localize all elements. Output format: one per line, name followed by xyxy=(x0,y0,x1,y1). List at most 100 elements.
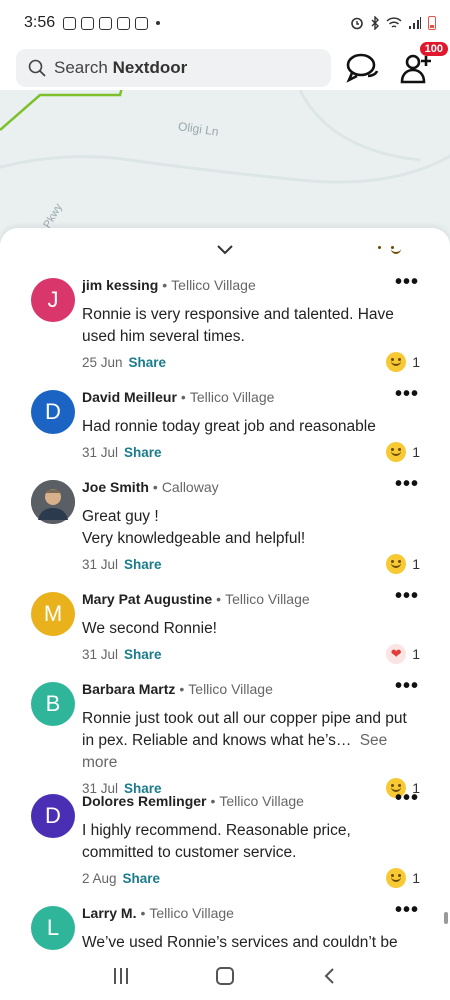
share-link[interactable]: Share xyxy=(124,445,162,460)
author-name[interactable]: Barbara Martz xyxy=(82,681,175,697)
reaction-smile-icon[interactable] xyxy=(386,554,407,574)
reaction-smile-icon[interactable] xyxy=(386,352,407,372)
more-options-icon[interactable]: ••• xyxy=(395,384,419,404)
reaction-count: 1 xyxy=(412,646,420,662)
home-button[interactable] xyxy=(216,967,234,985)
alarm-icon xyxy=(351,17,363,30)
comment-text: Ronnie just took out all our copper pipe… xyxy=(82,710,407,749)
comment-header: jim kessing • Tellico Village xyxy=(82,274,420,296)
avatar-photo xyxy=(31,480,75,524)
add-person-icon xyxy=(400,54,432,84)
comment-body: Had ronnie today great job and reasonabl… xyxy=(82,416,420,438)
more-options-icon[interactable]: ••• xyxy=(395,474,419,494)
more-options-icon[interactable]: ••• xyxy=(395,900,419,920)
signal-icon xyxy=(409,17,421,29)
comment-list: J jim kessing • Tellico Village ••• Ronn… xyxy=(0,272,450,952)
system-icons xyxy=(350,16,436,30)
author-location[interactable]: Tellico Village xyxy=(188,681,273,697)
comment-body: We second Ronnie! xyxy=(82,618,420,640)
reaction-summary[interactable]: 1 xyxy=(386,442,420,462)
author-location[interactable]: Tellico Village xyxy=(149,905,234,921)
separator-dot: • xyxy=(140,905,146,921)
search-input[interactable]: Search Nextdoor xyxy=(16,49,332,87)
reaction-summary[interactable]: 1 xyxy=(386,554,420,574)
author-location[interactable]: Tellico Village xyxy=(225,591,310,607)
notification-icon xyxy=(117,16,131,30)
chat-icon xyxy=(346,53,379,83)
avatar[interactable]: J xyxy=(31,278,75,322)
reaction-heart-icon[interactable]: ❤ xyxy=(386,644,407,664)
separator-dot: • xyxy=(216,591,222,607)
notification-icons xyxy=(63,16,161,30)
bluetooth-icon xyxy=(371,16,379,30)
more-options-icon[interactable]: ••• xyxy=(395,676,419,696)
author-name[interactable]: jim kessing xyxy=(82,277,158,293)
top-header: Search Nextdoor 100 xyxy=(0,42,450,90)
avatar[interactable]: B xyxy=(31,682,75,726)
avatar-initial: J xyxy=(47,287,59,312)
comments-sheet: J jim kessing • Tellico Village ••• Ronn… xyxy=(0,228,450,952)
scrollbar[interactable] xyxy=(444,912,448,924)
back-button[interactable] xyxy=(322,967,336,985)
comment-date: 2 Aug xyxy=(82,870,117,886)
comment-date: 25 Jun xyxy=(82,354,123,370)
avatar[interactable]: L xyxy=(31,906,75,950)
author-name[interactable]: Larry M. xyxy=(82,905,136,921)
comment-item: D Dolores Remlinger • Tellico Village ••… xyxy=(0,788,450,902)
share-link[interactable]: Share xyxy=(124,557,162,572)
search-brand: Nextdoor xyxy=(112,58,188,77)
more-options-icon[interactable]: ••• xyxy=(395,586,419,606)
messages-button[interactable] xyxy=(345,50,380,86)
comment-header: Joe Smith • Calloway xyxy=(82,476,420,498)
comment-date: 31 Jul xyxy=(82,444,119,460)
author-name[interactable]: Dolores Remlinger xyxy=(82,793,206,809)
reaction-summary[interactable]: 1 xyxy=(386,352,420,372)
share-link[interactable]: Share xyxy=(124,647,162,662)
comment-footer: 31 Jul Share ❤ 1 xyxy=(82,642,420,666)
comment-body: Ronnie is very responsive and talented. … xyxy=(82,304,420,348)
battery-icon xyxy=(428,16,436,30)
share-link[interactable]: Share xyxy=(129,355,167,370)
search-icon xyxy=(28,59,46,77)
reaction-smile-icon[interactable] xyxy=(386,868,407,888)
author-name[interactable]: Joe Smith xyxy=(82,479,149,495)
more-options-icon[interactable]: ••• xyxy=(395,788,419,808)
comment-footer: 25 Jun Share 1 xyxy=(82,350,420,374)
comment-header: David Meilleur • Tellico Village xyxy=(82,386,420,408)
comment-text: We’ve used Ronnie’s services and couldn’… xyxy=(82,934,398,951)
wifi-icon xyxy=(386,17,402,28)
comment-text: Ronnie is very responsive and talented. … xyxy=(82,306,394,345)
invite-neighbors-button[interactable]: 100 xyxy=(399,42,448,86)
avatar[interactable]: D xyxy=(31,390,75,434)
author-location[interactable]: Calloway xyxy=(162,479,219,495)
author-name[interactable]: Mary Pat Augustine xyxy=(82,591,212,607)
map-view[interactable]: Oligi Ln Pkwy xyxy=(0,90,450,250)
author-location[interactable]: Tellico Village xyxy=(190,389,275,405)
avatar[interactable]: D xyxy=(31,794,75,838)
sheet-handle[interactable] xyxy=(0,228,450,274)
recents-button[interactable] xyxy=(114,968,128,984)
reaction-summary[interactable]: 1 xyxy=(386,868,420,888)
notification-icon xyxy=(135,16,149,30)
more-options-icon[interactable]: ••• xyxy=(395,272,419,292)
avatar[interactable] xyxy=(31,480,75,524)
comment-date: 31 Jul xyxy=(82,646,119,662)
comment-text: Had ronnie today great job and reasonabl… xyxy=(82,418,376,435)
reaction-smile-icon[interactable] xyxy=(386,442,407,462)
avatar[interactable]: M xyxy=(31,592,75,636)
avatar-initial: D xyxy=(45,399,61,424)
avatar-initial: M xyxy=(43,601,63,626)
reaction-summary[interactable]: ❤ 1 xyxy=(386,644,420,664)
comment-header: Dolores Remlinger • Tellico Village xyxy=(82,790,420,812)
separator-dot: • xyxy=(162,277,168,293)
author-location[interactable]: Tellico Village xyxy=(171,277,256,293)
comment-body: Ronnie just took out all our copper pipe… xyxy=(82,708,420,774)
avatar-initial: B xyxy=(45,691,61,716)
separator-dot: • xyxy=(179,681,185,697)
comment-item: D David Meilleur • Tellico Village ••• H… xyxy=(0,384,450,476)
share-link[interactable]: Share xyxy=(123,871,161,886)
comment-text: We second Ronnie! xyxy=(82,620,217,637)
chevron-down-icon[interactable] xyxy=(216,240,234,258)
author-name[interactable]: David Meilleur xyxy=(82,389,177,405)
author-location[interactable]: Tellico Village xyxy=(219,793,304,809)
